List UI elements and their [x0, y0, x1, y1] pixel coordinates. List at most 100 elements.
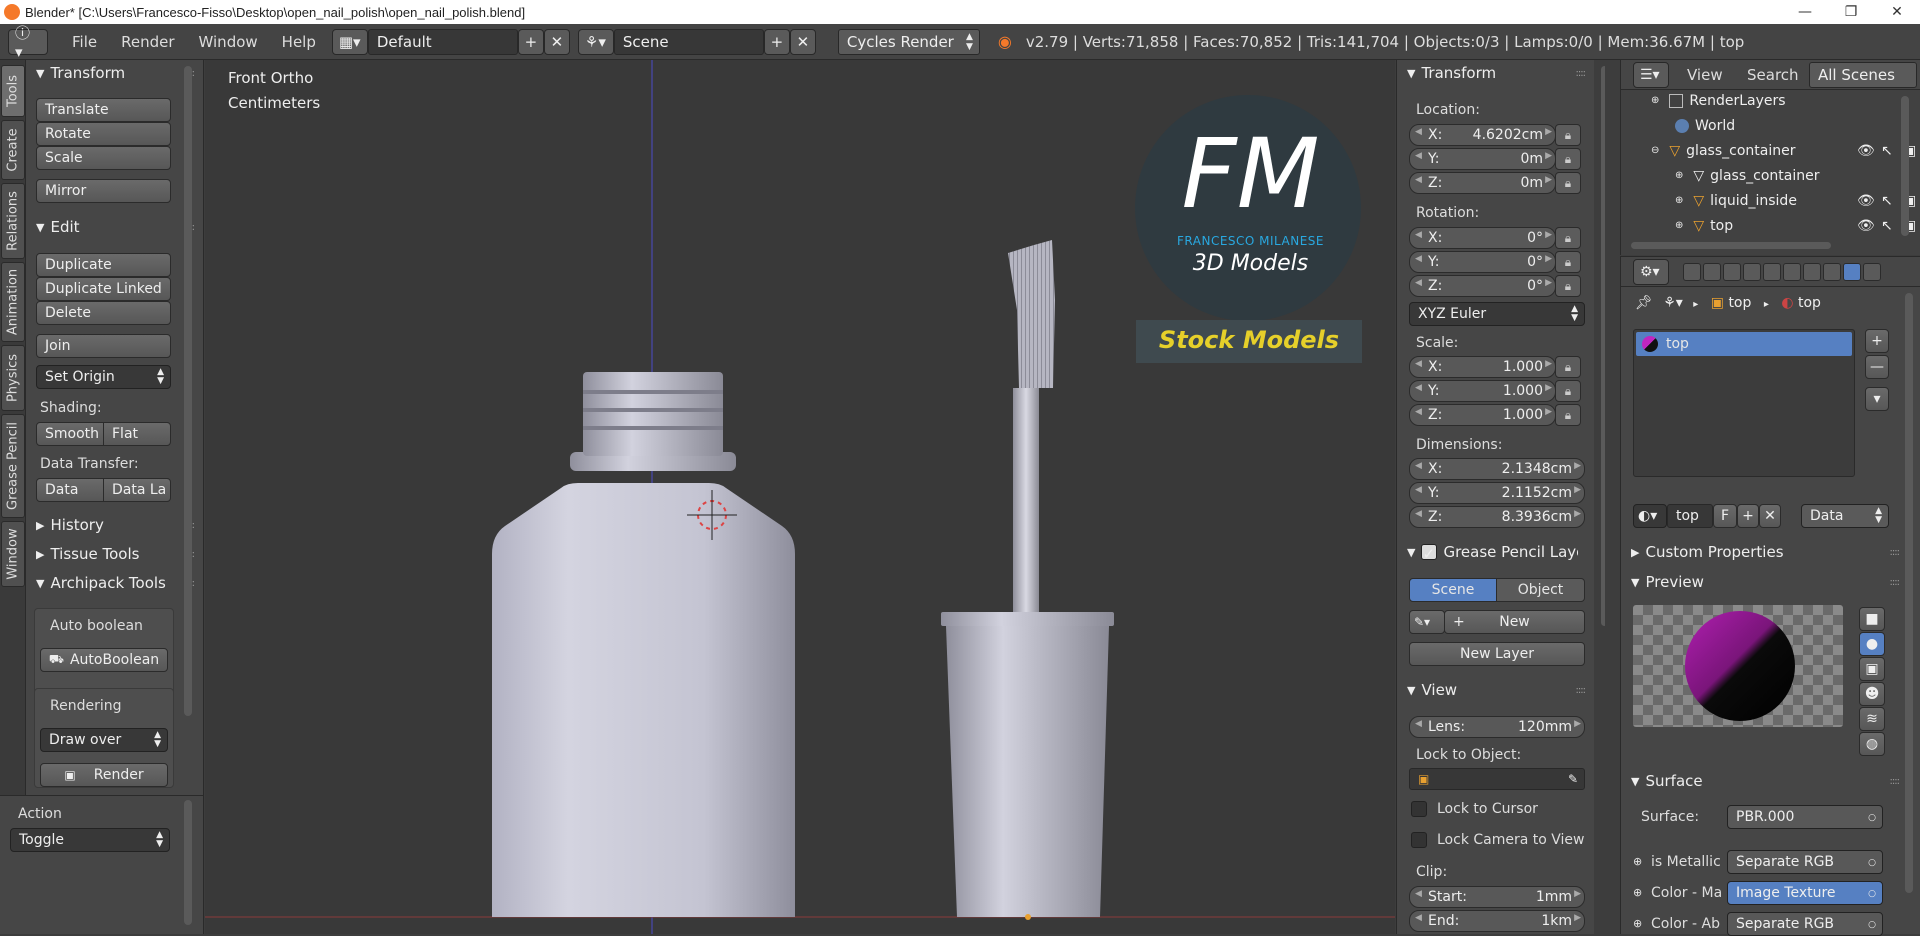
- duplicate-button[interactable]: Duplicate: [36, 253, 171, 277]
- eye-icon[interactable]: 👁︎: [1857, 218, 1875, 234]
- 3d-viewport[interactable]: Front Ortho Centimeters FM FRANCESCO MIL…: [205, 60, 1395, 934]
- remove-layout-icon[interactable]: ✕: [543, 28, 570, 55]
- drag-grip-icon[interactable]: ::::: [1890, 776, 1901, 787]
- tab-create[interactable]: Create: [1, 120, 25, 180]
- operator-action-select[interactable]: Toggle ▲ ▼: [10, 828, 170, 852]
- rotation-mode-select[interactable]: XYZ Euler ▲ ▼: [1409, 302, 1585, 326]
- outliner-vscrollbar[interactable]: [1901, 96, 1909, 236]
- screen-layout-icon[interactable]: ▦▾: [331, 28, 368, 55]
- remove-slot-icon[interactable]: —: [1865, 355, 1889, 379]
- draw-over-select[interactable]: Draw over ▲ ▼: [40, 728, 168, 752]
- expand-input-icon[interactable]: ⊕: [1633, 886, 1642, 899]
- grease-pencil-checkbox[interactable]: ✓: [1421, 544, 1438, 563]
- location-x-field[interactable]: ◀ X: 4.6202cm ▶: [1409, 124, 1556, 146]
- lock-scale-z-icon[interactable]: 🔒︎: [1555, 404, 1581, 426]
- edit-panel-header[interactable]: ▼Edit::::: [36, 218, 196, 236]
- new-material-icon[interactable]: +: [1737, 504, 1759, 528]
- screen-layout-field[interactable]: Default: [367, 28, 518, 55]
- delete-button[interactable]: Delete: [36, 301, 171, 325]
- tab-tools[interactable]: Tools: [1, 65, 25, 117]
- clip-end-field[interactable]: ◀ End: 1km ▶: [1409, 910, 1585, 932]
- scale-z-field[interactable]: ◀ Z: 1.000 ▶: [1409, 404, 1556, 426]
- input-link-select[interactable]: Image Texture ○: [1727, 881, 1883, 905]
- preview-cube-icon[interactable]: ▣: [1859, 657, 1885, 681]
- render-button[interactable]: ▣ Render: [40, 763, 168, 787]
- cursor-icon[interactable]: ↖: [1881, 193, 1893, 209]
- lock-rotation-z-icon[interactable]: 🔒︎: [1555, 275, 1581, 297]
- outliner-editor-type-icon[interactable]: ☰▾: [1633, 62, 1669, 88]
- brush-bristles[interactable]: [1008, 240, 1055, 388]
- tab-animation[interactable]: Animation: [1, 262, 25, 342]
- constraints-tab-icon[interactable]: [1783, 263, 1801, 281]
- input-link-select[interactable]: Separate RGB ○: [1727, 850, 1883, 874]
- history-panel-header[interactable]: ▶History::::: [36, 516, 196, 534]
- grease-object-toggle[interactable]: Object: [1496, 578, 1585, 602]
- scale-x-field[interactable]: ◀ X: 1.000 ▶: [1409, 356, 1556, 378]
- cap-body[interactable]: [946, 626, 1109, 917]
- location-z-field[interactable]: ◀ Z: 0m ▶: [1409, 172, 1556, 194]
- rotation-y-field[interactable]: ◀ Y: 0° ▶: [1409, 251, 1556, 273]
- drag-grip-icon[interactable]: ::::: [1576, 685, 1587, 696]
- new-layer-button[interactable]: New Layer: [1409, 642, 1585, 666]
- add-layout-icon[interactable]: +: [517, 28, 544, 55]
- grease-new-button[interactable]: + New: [1444, 610, 1585, 634]
- preview-monkey-icon[interactable]: ☻: [1859, 682, 1885, 706]
- menu-render[interactable]: Render: [109, 33, 186, 51]
- lens-field[interactable]: ◀ Lens: 120mm ▶: [1409, 716, 1585, 738]
- translate-button[interactable]: Translate: [36, 98, 171, 122]
- add-slot-icon[interactable]: +: [1865, 329, 1889, 353]
- surface-shader-select[interactable]: PBR.000 ○: [1727, 805, 1883, 829]
- tab-physics[interactable]: Physics: [1, 345, 25, 411]
- lock-location-y-icon[interactable]: 🔒︎: [1555, 148, 1581, 170]
- brush-rod[interactable]: [1013, 388, 1039, 613]
- add-scene-icon[interactable]: +: [763, 28, 790, 55]
- menu-window[interactable]: Window: [187, 33, 270, 51]
- texture-tab-icon[interactable]: [1863, 263, 1881, 281]
- fake-user-button[interactable]: F: [1713, 504, 1737, 528]
- preview-sky-icon[interactable]: ◍: [1859, 732, 1885, 756]
- rotate-button[interactable]: Rotate: [36, 122, 171, 146]
- eyedropper-icon[interactable]: ✎: [1568, 772, 1578, 786]
- minimize-button[interactable]: —: [1782, 4, 1828, 20]
- autoboolean-button[interactable]: ⛟ AutoBoolean: [40, 648, 168, 672]
- material-tab-icon[interactable]: [1843, 263, 1861, 281]
- join-button[interactable]: Join: [36, 334, 171, 358]
- lock-rotation-y-icon[interactable]: 🔒︎: [1555, 251, 1581, 273]
- outliner-view-menu[interactable]: View: [1687, 66, 1723, 84]
- menu-file[interactable]: File: [60, 33, 109, 51]
- set-origin-select[interactable]: Set Origin ▲ ▼: [36, 365, 171, 389]
- lock-camera-checkbox[interactable]: [1411, 832, 1427, 848]
- drag-grip-icon[interactable]: ::::: [1890, 577, 1901, 588]
- location-y-field[interactable]: ◀ Y: 0m ▶: [1409, 148, 1556, 170]
- custom-properties-header[interactable]: ▶ Custom Properties::::: [1631, 543, 1901, 561]
- object-tab-icon[interactable]: [1763, 263, 1781, 281]
- input-link-select[interactable]: Separate RGB ○: [1727, 912, 1883, 936]
- dimension-y-field[interactable]: ◀ Y: 2.1152cm ▶: [1409, 482, 1585, 504]
- maximize-button[interactable]: ❐: [1828, 4, 1874, 20]
- display-mode-select[interactable]: All Scenes: [1809, 62, 1917, 88]
- close-button[interactable]: ✕: [1874, 4, 1920, 20]
- data-layout-button[interactable]: Data La: [103, 478, 171, 502]
- duplicate-linked-button[interactable]: Duplicate Linked: [36, 277, 171, 301]
- lock-to-cursor-checkbox[interactable]: [1411, 801, 1427, 817]
- lock-object-field[interactable]: ▣ ✎: [1409, 768, 1585, 790]
- modifiers-tab-icon[interactable]: [1803, 263, 1821, 281]
- grease-pencil-picker-icon[interactable]: ✎▾: [1409, 610, 1445, 634]
- outliner-hscrollbar[interactable]: [1631, 242, 1831, 249]
- scene-icon[interactable]: ⚘▾: [577, 28, 614, 55]
- outliner-row[interactable]: ⊕ ▽ liquid_inside 👁︎ ↖ ▣: [1675, 188, 1920, 213]
- transform-panel-header[interactable]: ▼Transform::::: [36, 64, 196, 82]
- drag-grip-icon[interactable]: ::::: [1576, 68, 1587, 79]
- lock-rotation-x-icon[interactable]: 🔒︎: [1555, 227, 1581, 249]
- render-engine-select[interactable]: Cycles Render ▲ ▼: [837, 28, 980, 55]
- n-transform-header[interactable]: ▼ Transform::::: [1407, 64, 1587, 82]
- outliner-row[interactable]: ⊕ ▽ glass_container: [1675, 163, 1920, 188]
- view-panel-header[interactable]: ▼ View::::: [1407, 681, 1587, 699]
- render-tab-icon[interactable]: [1683, 263, 1701, 281]
- editor-type-info-icon[interactable]: ⓘ ▾: [8, 24, 48, 61]
- eye-icon[interactable]: 👁︎: [1857, 193, 1875, 209]
- rotation-z-field[interactable]: ◀ Z: 0° ▶: [1409, 275, 1556, 297]
- menu-help[interactable]: Help: [270, 33, 328, 51]
- mirror-button[interactable]: Mirror: [36, 179, 171, 203]
- bottle-body[interactable]: [492, 483, 795, 917]
